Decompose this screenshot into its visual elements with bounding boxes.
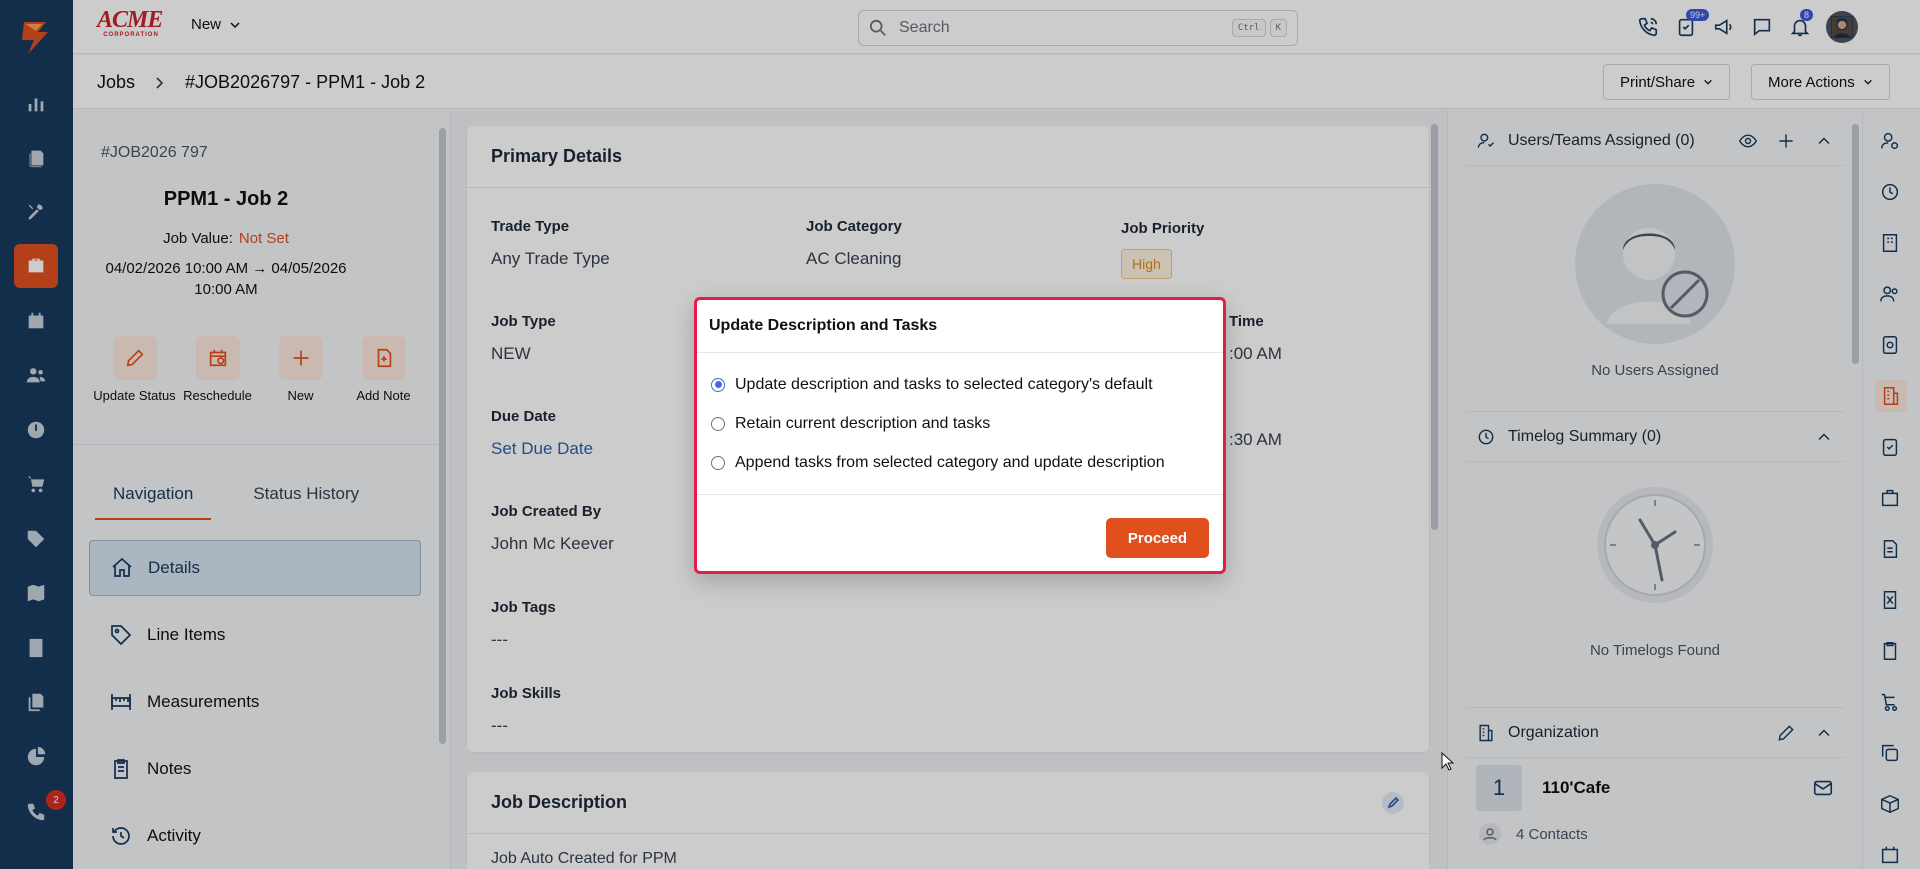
proceed-button[interactable]: Proceed (1106, 518, 1209, 558)
option-label: Update description and tasks to selected… (735, 375, 1153, 393)
dialog-options: Update description and tasks to selected… (697, 353, 1223, 495)
modal-backdrop-right[interactable] (1447, 0, 1920, 869)
mouse-cursor-icon (1441, 752, 1455, 771)
radio-unselected[interactable] (711, 455, 725, 470)
radio-selected[interactable] (711, 377, 725, 392)
option-label: Retain current description and tasks (735, 414, 991, 432)
radio-unselected[interactable] (711, 416, 725, 431)
option-retain-current[interactable]: Retain current description and tasks (711, 404, 1209, 443)
option-append-tasks[interactable]: Append tasks from selected category and … (711, 443, 1209, 482)
update-description-dialog: Update Description and Tasks Update desc… (694, 297, 1226, 574)
option-label: Append tasks from selected category and … (735, 453, 1165, 471)
option-update-default[interactable]: Update description and tasks to selected… (711, 365, 1209, 404)
dialog-title: Update Description and Tasks (697, 300, 1223, 353)
